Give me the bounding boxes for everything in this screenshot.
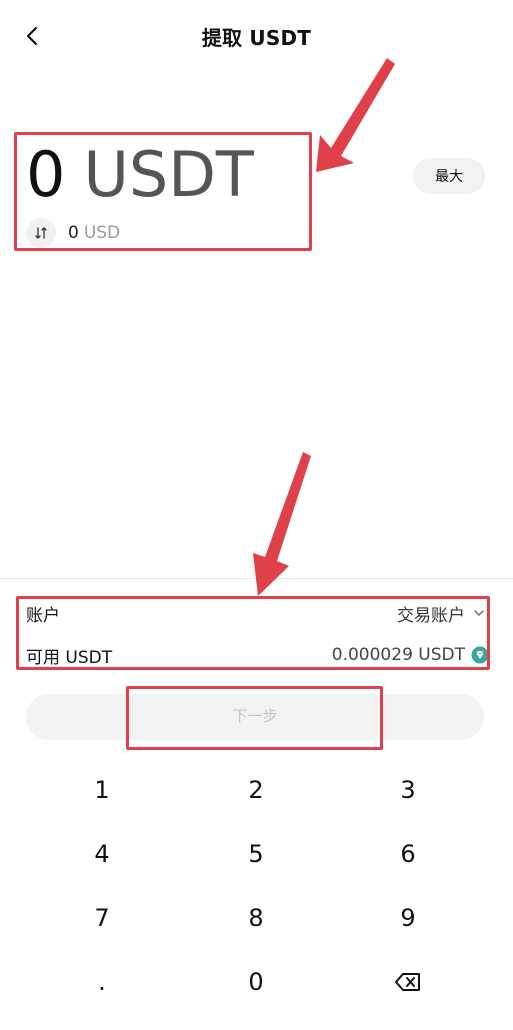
key-3[interactable]: 3: [333, 762, 483, 818]
page-title: 提取 USDT: [201, 26, 312, 50]
available-balance: 0.000029 USDT: [332, 645, 489, 665]
available-row: 可用 USDT 0.000029 USDT: [26, 642, 489, 668]
key-1[interactable]: 1: [27, 762, 177, 818]
key-dot[interactable]: .: [27, 954, 177, 1010]
converted-amount: 0 USD: [26, 218, 120, 248]
annotation-arrow-middle: [253, 452, 311, 596]
usd-value: 0: [68, 223, 79, 243]
amount-value: 0: [26, 138, 66, 211]
account-label: 账户: [26, 605, 60, 626]
amount-currency: USDT: [83, 138, 254, 211]
swap-currency-button[interactable]: [26, 218, 56, 248]
key-5[interactable]: 5: [181, 826, 331, 882]
account-selected-value: 交易账户: [397, 605, 465, 626]
available-label: 可用 USDT: [26, 647, 113, 668]
available-value: 0.000029 USDT: [331, 645, 465, 665]
max-button[interactable]: 最大: [413, 158, 485, 194]
annotation-arrow-top: [316, 58, 395, 172]
key-8[interactable]: 8: [181, 890, 331, 946]
account-select[interactable]: 交易账户: [397, 601, 485, 626]
gem-icon: [471, 646, 489, 664]
swap-vertical-icon: [35, 227, 47, 239]
usd-unit: USD: [83, 223, 121, 243]
chevron-down-icon: [474, 610, 484, 616]
key-backspace[interactable]: [333, 954, 483, 1010]
backspace-icon: [395, 973, 420, 991]
key-6[interactable]: 6: [333, 826, 483, 882]
key-7[interactable]: 7: [27, 890, 177, 946]
key-2[interactable]: 2: [181, 762, 331, 818]
header: 提取 USDT: [0, 0, 513, 72]
key-0[interactable]: 0: [181, 954, 331, 1010]
divider: [0, 578, 513, 579]
withdraw-page: 提取 USDT 0 USDT 0 USD 最大 账户 交易账户 可用 USDT …: [0, 0, 513, 1030]
key-9[interactable]: 9: [333, 890, 483, 946]
key-4[interactable]: 4: [27, 826, 177, 882]
amount-display[interactable]: 0 USDT: [26, 140, 254, 210]
next-button[interactable]: 下一步: [26, 694, 484, 740]
account-row: 账户 交易账户: [26, 600, 485, 626]
